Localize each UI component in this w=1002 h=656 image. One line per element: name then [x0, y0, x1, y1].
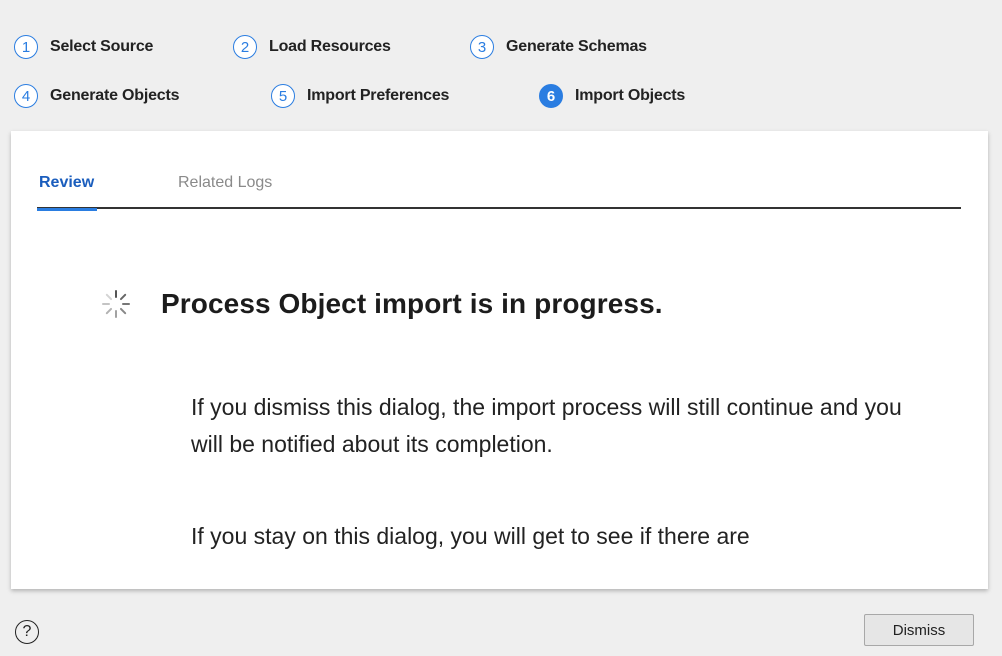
step-import-preferences[interactable]: 5 Import Preferences: [271, 82, 449, 110]
step-load-resources[interactable]: 2 Load Resources: [233, 33, 391, 61]
step-label: Import Objects: [575, 87, 686, 104]
step-label: Select Source: [50, 38, 154, 55]
import-progress-panel: Review Related Logs Process Object impor…: [11, 131, 988, 589]
step-label: Import Preferences: [307, 87, 450, 104]
status-headline: Process Object import is in progress.: [161, 288, 663, 319]
step-label: Load Resources: [269, 38, 391, 55]
step-number-badge: 5: [271, 84, 295, 108]
step-number-badge: 4: [14, 84, 38, 108]
help-icon[interactable]: ?: [15, 620, 39, 644]
step-number-badge: 6: [539, 84, 563, 108]
step-label: Generate Schemas: [506, 38, 647, 55]
wizard-stepper: 1 Select Source 2 Load Resources 3 Gener…: [0, 0, 1002, 130]
step-import-objects[interactable]: 6 Import Objects: [539, 82, 685, 110]
status-paragraph-dismiss: If you dismiss this dialog, the import p…: [191, 394, 902, 457]
step-number-badge: 1: [14, 35, 38, 59]
step-generate-schemas[interactable]: 3 Generate Schemas: [470, 33, 647, 61]
step-number-badge: 2: [233, 35, 257, 59]
status-headline-row: Process Object import is in progress.: [101, 288, 663, 320]
tab-bar: Review Related Logs: [36, 169, 961, 211]
dismiss-button[interactable]: Dismiss: [864, 614, 974, 646]
tab-review[interactable]: Review: [36, 174, 98, 211]
step-label: Generate Objects: [50, 87, 180, 104]
spinner-icon: [101, 289, 131, 319]
step-number-badge: 3: [470, 35, 494, 59]
tab-related-logs[interactable]: Related Logs: [178, 174, 272, 209]
status-paragraph-stay: If you stay on this dialog, you will get…: [191, 523, 750, 549]
step-select-source[interactable]: 1 Select Source: [14, 33, 153, 61]
step-generate-objects[interactable]: 4 Generate Objects: [14, 82, 180, 110]
